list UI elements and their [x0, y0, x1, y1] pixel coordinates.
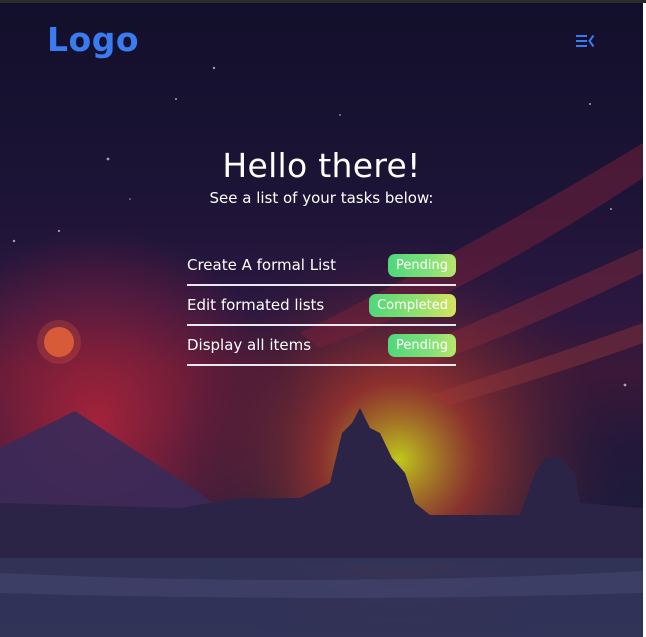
status-badge[interactable]: Pending [388, 333, 456, 357]
task-item[interactable]: Edit formated lists Completed [187, 286, 456, 326]
task-label: Display all items [187, 336, 312, 354]
task-label: Edit formated lists [187, 296, 325, 314]
task-item[interactable]: Create A formal List Pending [187, 246, 456, 286]
page-title: Hello there! [222, 146, 421, 185]
status-badge[interactable]: Pending [388, 253, 456, 277]
status-badge[interactable]: Completed [369, 293, 456, 317]
task-label: Create A formal List [187, 256, 336, 274]
menu-collapse-icon[interactable] [574, 32, 596, 50]
page-subtitle: See a list of your tasks below: [209, 189, 434, 207]
hero-section: Hello there! See a list of your tasks be… [0, 146, 643, 207]
logo[interactable]: Logo [47, 20, 139, 59]
task-list: Create A formal List Pending Edit format… [187, 246, 456, 366]
page-background: Logo Hello there! See a list of your tas… [0, 3, 643, 637]
task-item[interactable]: Display all items Pending [187, 326, 456, 366]
